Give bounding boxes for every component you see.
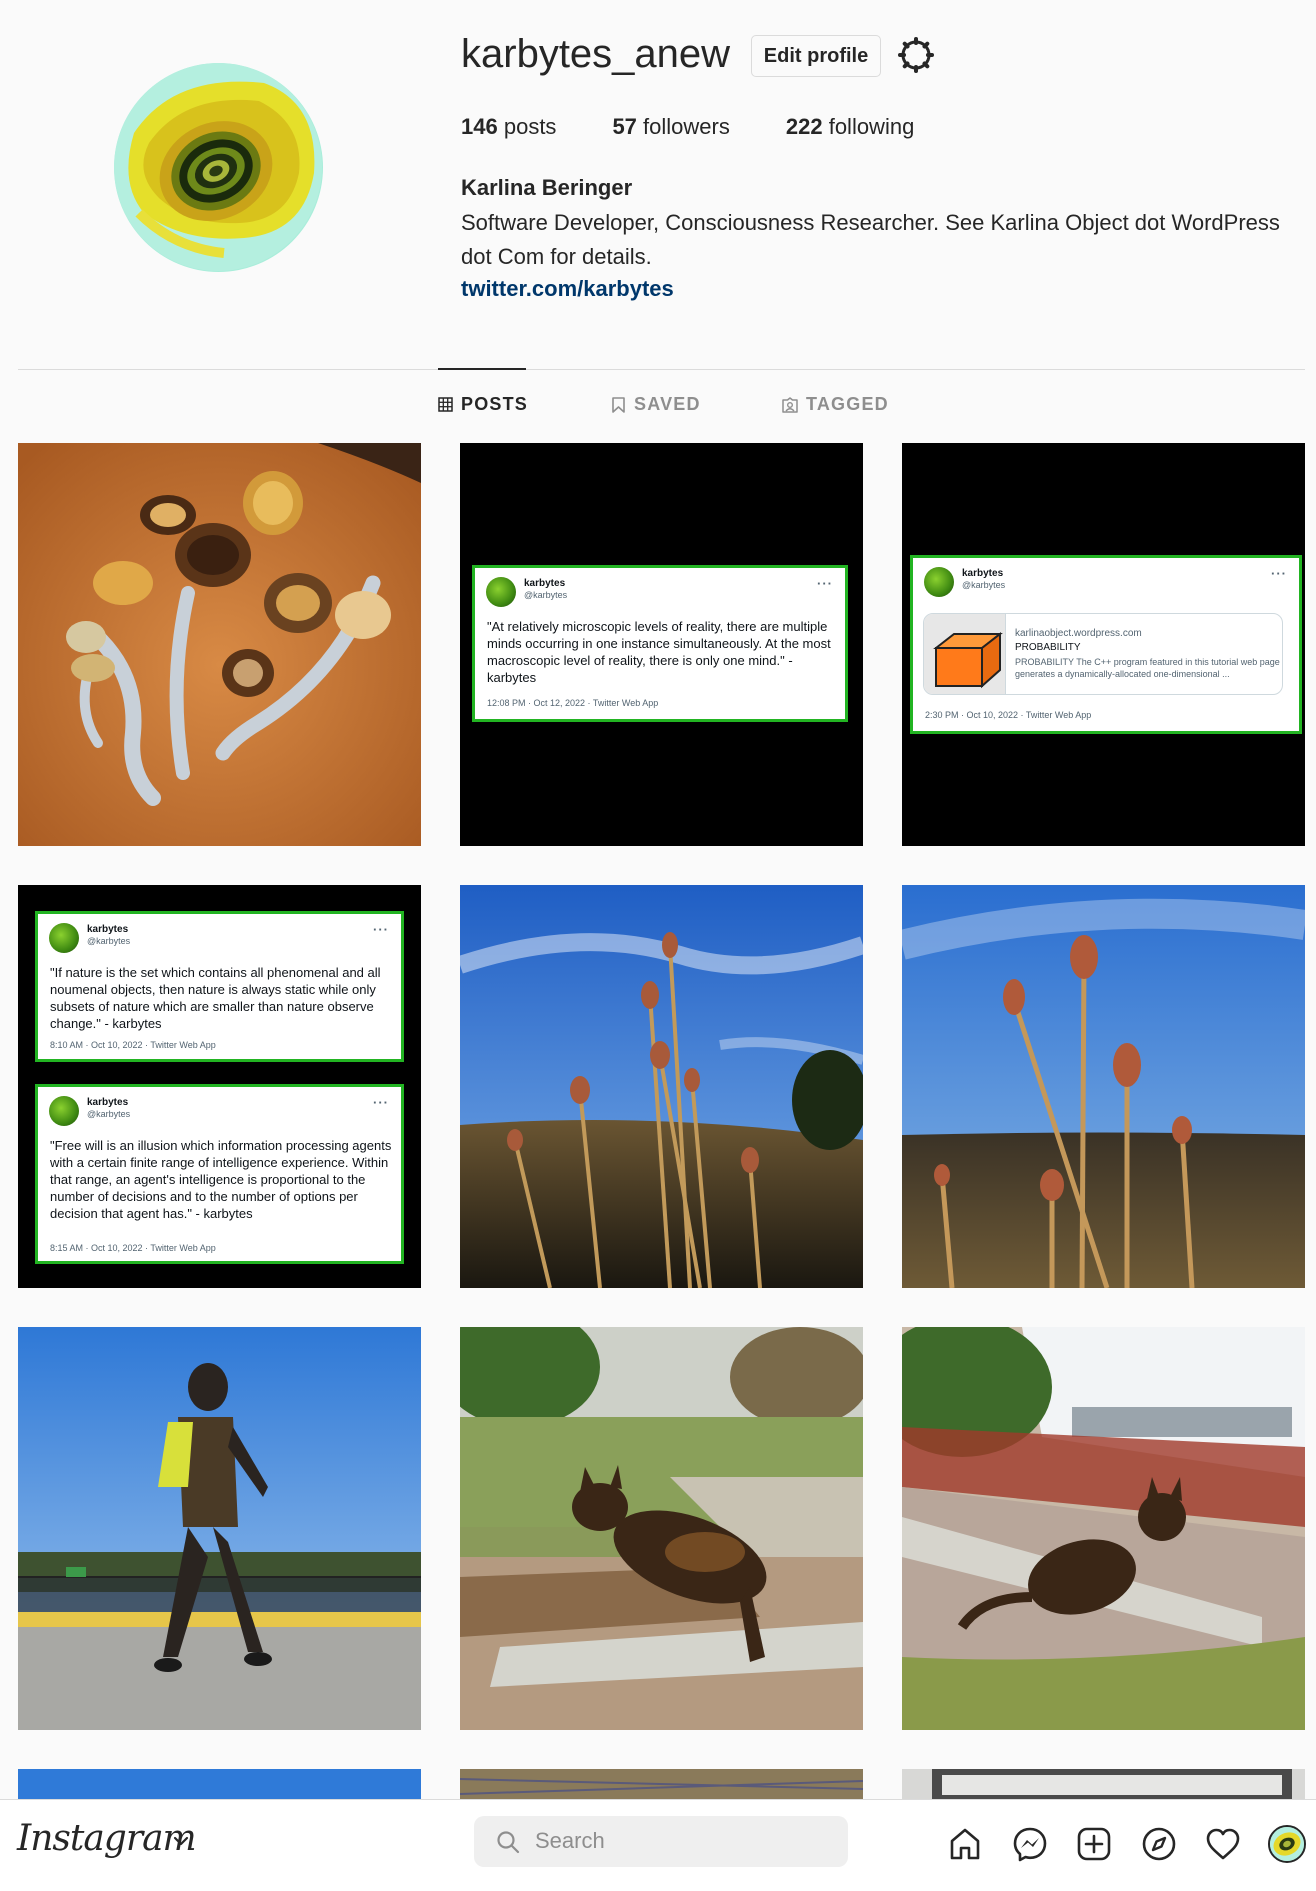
post-teasels-1[interactable] <box>460 885 863 1288</box>
tweet-text: "If nature is the set which contains all… <box>50 965 381 1031</box>
tweet-meta: 2:30 PM · Oct 10, 2022 · Twitter Web App <box>925 710 1092 720</box>
profile-avatar-nav[interactable] <box>1268 1825 1306 1863</box>
edit-profile-button[interactable]: Edit profile <box>751 35 881 77</box>
chevron-down-icon[interactable] <box>170 1830 192 1852</box>
mushrooms-photo <box>18 443 421 846</box>
active-tab-indicator <box>438 368 526 370</box>
search-box[interactable] <box>474 1816 848 1867</box>
more-icon: ··· <box>1271 566 1287 581</box>
messenger-icon[interactable] <box>1012 1826 1048 1862</box>
hiker-photo <box>18 1327 421 1730</box>
tweet-author-handle: @karbytes <box>524 590 568 600</box>
link-title: PROBABILITY <box>1015 642 1081 653</box>
activity-heart-icon[interactable] <box>1205 1826 1241 1862</box>
post-tweets-nature-freewill[interactable]: karbytes @karbytes ··· "If nature is the… <box>18 885 421 1288</box>
tab-posts[interactable]: POSTS <box>438 394 528 415</box>
tab-saved[interactable]: SAVED <box>611 394 701 415</box>
post-tweet-minds[interactable]: karbytes @karbytes ··· "At relatively mi… <box>460 443 863 846</box>
link-thumbnail <box>924 614 1006 694</box>
tab-posts-label: POSTS <box>461 394 529 414</box>
profile-bio: Software Developer, Consciousness Resear… <box>461 210 1280 269</box>
posts-count: 146 <box>461 114 498 139</box>
followers-label: followers <box>643 114 730 139</box>
search-input[interactable] <box>535 1826 825 1856</box>
tweet-author-name: karbytes <box>524 578 566 589</box>
profile-avatar[interactable] <box>114 63 323 272</box>
tagged-icon <box>782 396 798 413</box>
profile-tabs: POSTS SAVED TAGGED <box>0 394 1316 418</box>
tweet-avatar <box>49 923 79 953</box>
following-label: following <box>828 114 915 139</box>
tweet-author-name: karbytes <box>962 568 1004 579</box>
tweet-avatar <box>49 1096 79 1126</box>
search-icon <box>497 1831 520 1854</box>
tweet-author-handle: @karbytes <box>962 580 1006 590</box>
avatar-thumbnail <box>1270 1827 1304 1861</box>
tweet-avatar <box>924 567 954 597</box>
tweet-meta: 12:08 PM · Oct 12, 2022 · Twitter Web Ap… <box>487 698 659 708</box>
cat-photo <box>460 1327 863 1730</box>
link-preview-card: karlinaobject.wordpress.com PROBABILITY … <box>923 613 1283 695</box>
teasels-photo <box>902 885 1305 1288</box>
post-cat-2[interactable] <box>902 1327 1305 1730</box>
grid-icon <box>438 397 453 412</box>
tweet-card: karbytes @karbytes ··· karlinaobject.wor… <box>910 555 1302 734</box>
tab-tagged-label: TAGGED <box>806 394 889 414</box>
tweet-card: karbytes @karbytes ··· "At relatively mi… <box>472 565 848 722</box>
instagram-logo[interactable]: Instagram <box>17 1818 197 1859</box>
profile-username: karbytes_anew <box>461 32 731 76</box>
tweet-author-name: karbytes <box>87 924 129 935</box>
teasels-photo <box>460 885 863 1288</box>
cat-photo <box>902 1327 1305 1730</box>
tweet-author-handle: @karbytes <box>87 1109 131 1119</box>
profile-stats: 146 posts 57 followers 222 following <box>461 113 970 141</box>
following-count: 222 <box>785 114 823 139</box>
bottom-nav-bar: Instagram <box>0 1799 1316 1891</box>
settings-gear-icon[interactable] <box>898 37 934 73</box>
posts-stat: 146 posts <box>461 113 556 141</box>
home-icon[interactable] <box>947 1826 983 1862</box>
bookmark-icon <box>612 396 625 413</box>
followers-stat[interactable]: 57 followers <box>612 113 729 141</box>
more-icon: ··· <box>373 1095 389 1110</box>
tweet-meta: 8:10 AM · Oct 10, 2022 · Twitter Web App <box>50 1040 216 1050</box>
tweet-avatar <box>486 577 516 607</box>
posts-label: posts <box>503 114 557 139</box>
tweet-card: karbytes @karbytes ··· "Free will is an … <box>35 1084 404 1264</box>
link-description: PROBABILITY The C++ program featured in … <box>1015 657 1280 679</box>
tweet-text: "Free will is an illusion which informat… <box>50 1138 392 1221</box>
profile-link[interactable]: twitter.com/karbytes <box>461 274 674 304</box>
tweet-text: "At relatively microscopic levels of rea… <box>487 619 831 685</box>
post-hiker[interactable] <box>18 1327 421 1730</box>
tab-saved-label: SAVED <box>634 394 701 414</box>
tab-tagged[interactable]: TAGGED <box>782 394 889 415</box>
tweet-author-name: karbytes <box>87 1097 129 1108</box>
tabs-divider <box>18 369 1305 370</box>
more-icon: ··· <box>373 922 389 937</box>
explore-icon[interactable] <box>1141 1826 1177 1862</box>
avatar-swirl-image <box>114 63 322 271</box>
followers-count: 57 <box>612 114 637 139</box>
new-post-icon[interactable] <box>1076 1826 1112 1862</box>
more-icon: ··· <box>817 576 833 591</box>
link-domain: karlinaobject.wordpress.com <box>1015 628 1142 639</box>
profile-full-name: Karlina Beringer <box>461 175 633 200</box>
post-teasels-2[interactable] <box>902 885 1305 1288</box>
tweet-card: karbytes @karbytes ··· "If nature is the… <box>35 911 404 1062</box>
post-cat-1[interactable] <box>460 1327 863 1730</box>
post-tweet-probability[interactable]: karbytes @karbytes ··· karlinaobject.wor… <box>902 443 1305 846</box>
tweet-meta: 8:15 AM · Oct 10, 2022 · Twitter Web App <box>50 1243 216 1253</box>
following-stat[interactable]: 222 following <box>786 113 914 141</box>
tweet-author-handle: @karbytes <box>87 936 131 946</box>
post-mushrooms[interactable] <box>18 443 421 846</box>
